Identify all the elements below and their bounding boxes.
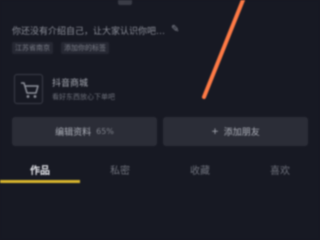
tab-works[interactable]: 作品 [0, 162, 80, 177]
shop-subtitle: 看好东西放心下单吧 [52, 93, 115, 101]
tab-private[interactable]: 私密 [80, 162, 160, 177]
tab-favorites[interactable]: 收藏 [160, 162, 240, 177]
edit-profile-label: 编辑资料 [55, 128, 92, 138]
shop-entry[interactable]: 抖音商城 看好东西放心下单吧 [12, 72, 162, 106]
profile-completion: 65% [96, 127, 114, 136]
pencil-icon[interactable]: ✎ [171, 24, 179, 35]
top-edge-element [118, 0, 132, 5]
add-tag-chip[interactable]: 添加你的标签 [61, 42, 109, 54]
add-friend-label: 添加朋友 [223, 128, 260, 138]
tab-likes[interactable]: 喜欢 [240, 162, 320, 177]
profile-screen: 你还没有介绍自己，让大家认识你吧… ✎ 江苏省南京 添加你的标签 抖音商城 看好… [0, 0, 320, 240]
location-tag[interactable]: 江苏省南京 [12, 42, 53, 54]
shop-title: 抖音商城 [52, 79, 89, 89]
cart-icon [14, 74, 43, 104]
edit-profile-button[interactable]: 编辑资料 65% [12, 117, 157, 146]
bio-text[interactable]: 你还没有介绍自己，让大家认识你吧… [12, 24, 165, 37]
add-friend-button[interactable]: + 添加朋友 [163, 117, 308, 146]
active-tab-indicator [0, 180, 80, 183]
content-tabs: 作品 私密 收藏 喜欢 [0, 158, 320, 186]
plus-icon: + [211, 126, 219, 137]
